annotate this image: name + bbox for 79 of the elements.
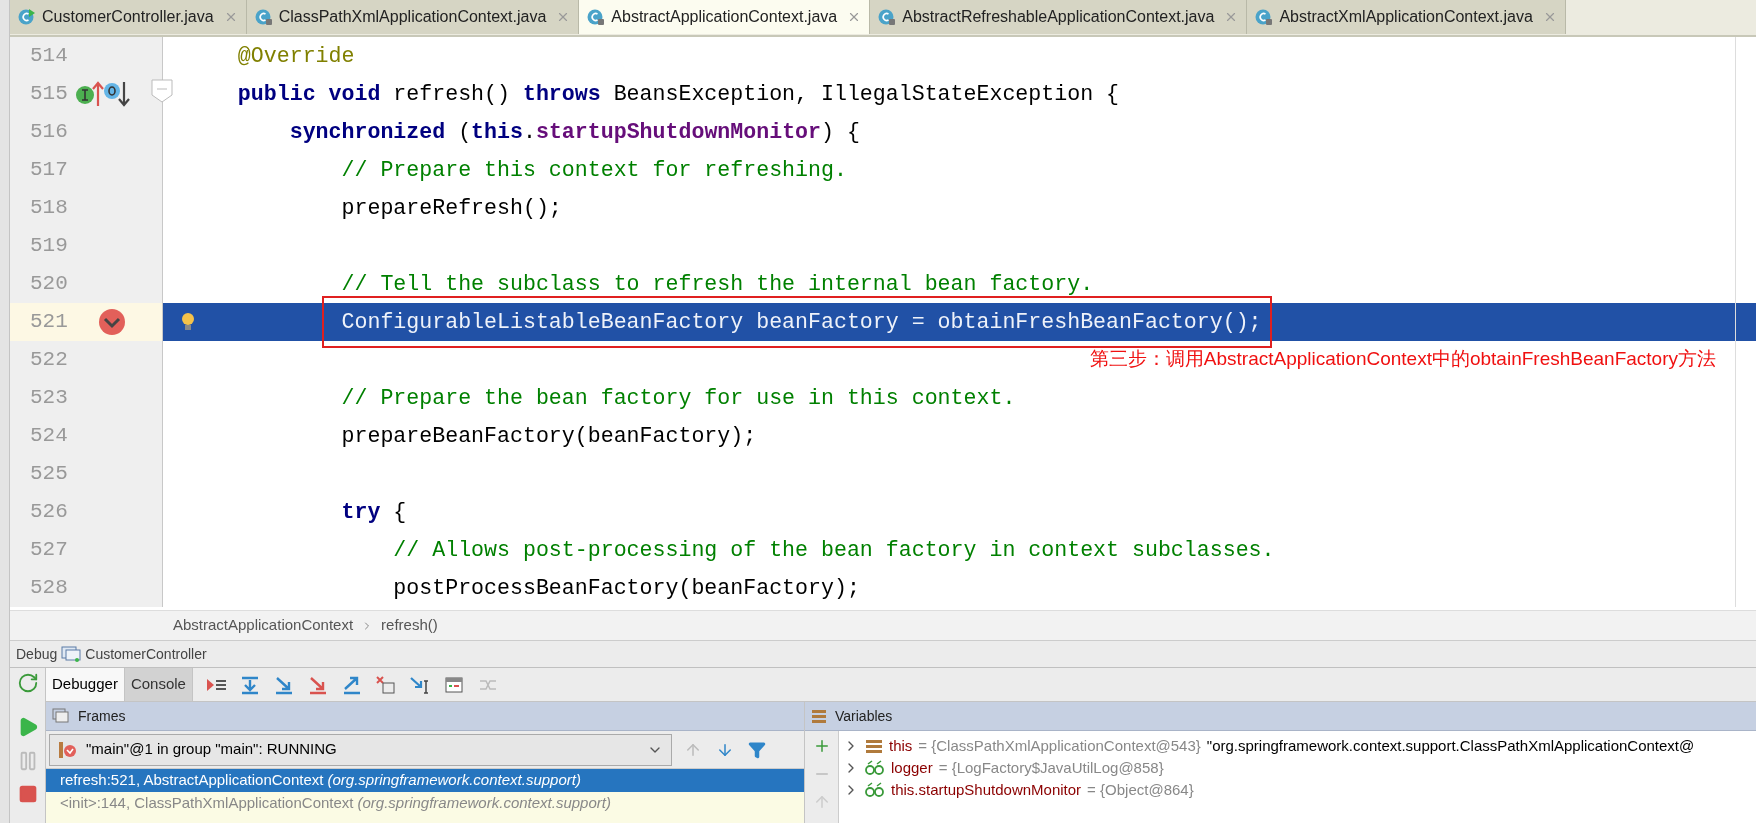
panel-title: Variables <box>835 706 893 726</box>
code-text: prepareBeanFactory(beanFactory); <box>340 422 757 450</box>
thread-dropdown[interactable]: "main"@1 in group "main": RUNNING <box>49 733 672 766</box>
stop-icon[interactable] <box>17 784 38 804</box>
line-number: 519 <box>30 233 68 260</box>
file-tab[interactable]: ClassPathXmlApplicationContext.java <box>246 0 580 34</box>
tab-label: AbstractXmlApplicationContext.java <box>1279 7 1533 27</box>
code-text: // Prepare this context for refreshing. <box>340 156 847 184</box>
line-number: 524 <box>30 423 68 450</box>
glasses-icon <box>865 782 885 798</box>
code-text: . <box>522 118 536 146</box>
class-file-icon <box>1255 8 1274 26</box>
line-number: 525 <box>30 461 68 488</box>
tab-label: CustomerController.java <box>42 7 214 27</box>
frame-row[interactable]: refresh:521, AbstractApplicationContext (org.springframework.context.support) <box>46 769 804 792</box>
code-text: // Allows post-processing of the bean factory in context subclasses. <box>392 536 1275 564</box>
file-tab[interactable]: AbstractApplicationContext.java <box>579 0 871 34</box>
code-text: { <box>393 498 407 526</box>
file-tab[interactable]: AbstractXmlApplicationContext.java <box>1247 0 1566 34</box>
panel-title: Frames <box>78 706 126 726</box>
line-number: 514 <box>30 43 68 70</box>
file-tab[interactable]: AbstractRefreshableApplicationContext.java <box>870 0 1248 34</box>
line-number: 521 <box>30 309 68 336</box>
code-text: ConfigurableListableBeanFactory beanFactory = obtainFreshBeanFactory(); <box>341 309 1262 334</box>
code-text: postProcessBeanFactory(beanFactory); <box>392 574 860 602</box>
rerun-icon[interactable] <box>16 672 39 694</box>
code-text: BeansException, IllegalStateException { <box>613 80 1120 108</box>
filter-icon[interactable] <box>748 740 766 759</box>
glasses-icon <box>865 760 885 776</box>
line-number: 522 <box>30 347 68 374</box>
class-file-icon <box>587 8 606 26</box>
code-text: synchronized <box>288 118 447 146</box>
variable-row[interactable]: logger = {LogFactory$JavaUtilLog@858} <box>839 757 1756 779</box>
line-number: 526 <box>30 499 68 526</box>
line-number: 518 <box>30 195 68 222</box>
line-number: 527 <box>30 537 68 564</box>
thread-icon <box>58 740 78 759</box>
class-file-icon <box>254 8 273 26</box>
tab-label: AbstractApplicationContext.java <box>611 7 838 27</box>
code-text: refresh() <box>393 80 511 108</box>
frames-icon <box>52 708 70 724</box>
code-text: throws <box>522 80 602 108</box>
window-icon <box>61 646 82 662</box>
debug-tab[interactable]: Debugger <box>46 668 125 701</box>
code-text: public void <box>236 80 382 108</box>
tab-label: AbstractRefreshableApplicationContext.java <box>902 7 1215 27</box>
breadcrumb[interactable]: AbstractApplicationContext <box>173 614 354 637</box>
panel-title: Debug <box>16 644 58 664</box>
line-number: 517 <box>30 157 68 184</box>
variable-row[interactable]: this.startupShutdownMonitor = {Object@864} <box>839 779 1756 801</box>
code-text: this <box>471 118 523 146</box>
annotation-note: 第三步：调用AbstractApplicationContext中的obtainFreshBeanFactory方法 <box>1089 347 1716 371</box>
line-number: 520 <box>30 271 68 298</box>
lightbulb-icon[interactable] <box>181 312 195 332</box>
fold-icon[interactable] <box>151 79 173 103</box>
variable-row[interactable]: this = {ClassPathXmlApplicationContext@543} "org.springframework.context.support.ClassPathXmlApplicationContext@ <box>839 735 1756 757</box>
code-text: // Tell the subclass to refresh the internal bean factory. <box>340 270 1094 298</box>
debug-tab[interactable]: Console <box>124 668 193 701</box>
thread-label: "main"@1 in group "main": RUNNING <box>86 739 338 760</box>
line-number: 528 <box>30 575 68 602</box>
line-number: 516 <box>30 119 68 146</box>
code-text: ) { <box>821 118 860 146</box>
tab-label: ClassPathXmlApplicationContext.java <box>278 7 547 27</box>
variables-icon <box>811 708 827 724</box>
class-file-icon <box>878 8 897 26</box>
code-text: @Override <box>236 42 355 70</box>
line-number: 523 <box>30 385 68 412</box>
run-config-label[interactable]: CustomerController <box>85 643 207 665</box>
code-text: // Prepare the bean factory for use in this context. <box>340 384 1016 412</box>
code-text: prepareRefresh(); <box>340 194 562 222</box>
code-text: startupShutdownMonitor <box>535 118 821 146</box>
field-icon <box>865 738 883 754</box>
line-number: 515 <box>30 81 68 108</box>
file-tab[interactable]: CustomerController.java <box>10 0 247 34</box>
code-text: ( <box>458 118 472 146</box>
breadcrumb[interactable]: refresh() <box>381 614 438 637</box>
code-text: try <box>340 498 382 526</box>
breakpoint-icon[interactable] <box>98 308 126 336</box>
class-file-icon <box>18 8 36 26</box>
